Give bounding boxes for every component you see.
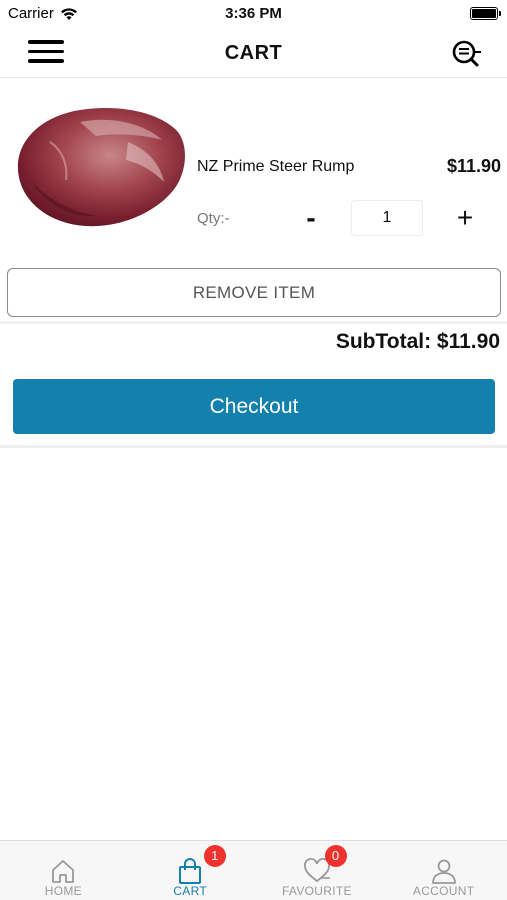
tab-label-cart: CART — [173, 884, 207, 898]
increase-quantity-button[interactable]: + — [451, 198, 479, 238]
person-icon — [431, 859, 456, 884]
decrease-quantity-button[interactable]: - — [297, 198, 325, 238]
home-icon — [52, 860, 75, 883]
cart-badge: 1 — [203, 845, 226, 867]
status-bar: Carrier 3:36 PM — [0, 0, 507, 28]
tab-label-home: HOME — [44, 884, 82, 898]
tab-label-account: ACCOUNT — [412, 884, 475, 898]
status-time: 3:36 PM — [225, 5, 282, 22]
section-divider — [0, 321, 507, 324]
subtotal-text: SubTotal: $11.90 — [335, 330, 500, 353]
battery-icon — [470, 7, 501, 20]
tab-account[interactable]: ACCOUNT — [380, 841, 507, 900]
hamburger-menu-icon[interactable] — [28, 40, 66, 66]
tab-favourite[interactable]: 0 FAVOURITE — [254, 841, 381, 900]
favourite-badge: 0 — [324, 845, 347, 867]
checkout-button[interactable]: Checkout — [13, 379, 495, 434]
tab-cart[interactable]: 1 CART — [127, 841, 254, 900]
raw-beef-rump-image — [17, 108, 185, 227]
shopping-bag-icon — [179, 858, 202, 884]
quantity-label: Qty:- — [197, 210, 230, 227]
search-list-icon[interactable] — [451, 39, 483, 69]
remove-item-button[interactable]: REMOVE ITEM — [7, 268, 501, 317]
nav-bar: CART — [0, 28, 507, 78]
quantity-input[interactable] — [351, 200, 423, 236]
tab-home[interactable]: HOME — [0, 841, 127, 900]
product-name[interactable]: NZ Prime Steer Rump — [197, 158, 354, 176]
section-divider — [0, 445, 507, 448]
tab-bar: HOME 1 CART 0 FAVOURITE ACCOUNT — [0, 840, 507, 900]
tab-label-favourite: FAVOURITE — [281, 884, 352, 898]
product-price: $11.90 — [446, 156, 501, 176]
page-title: CART — [224, 42, 283, 64]
cart-item: NZ Prime Steer Rump $11.90 Qty:- - + REM… — [0, 80, 507, 320]
